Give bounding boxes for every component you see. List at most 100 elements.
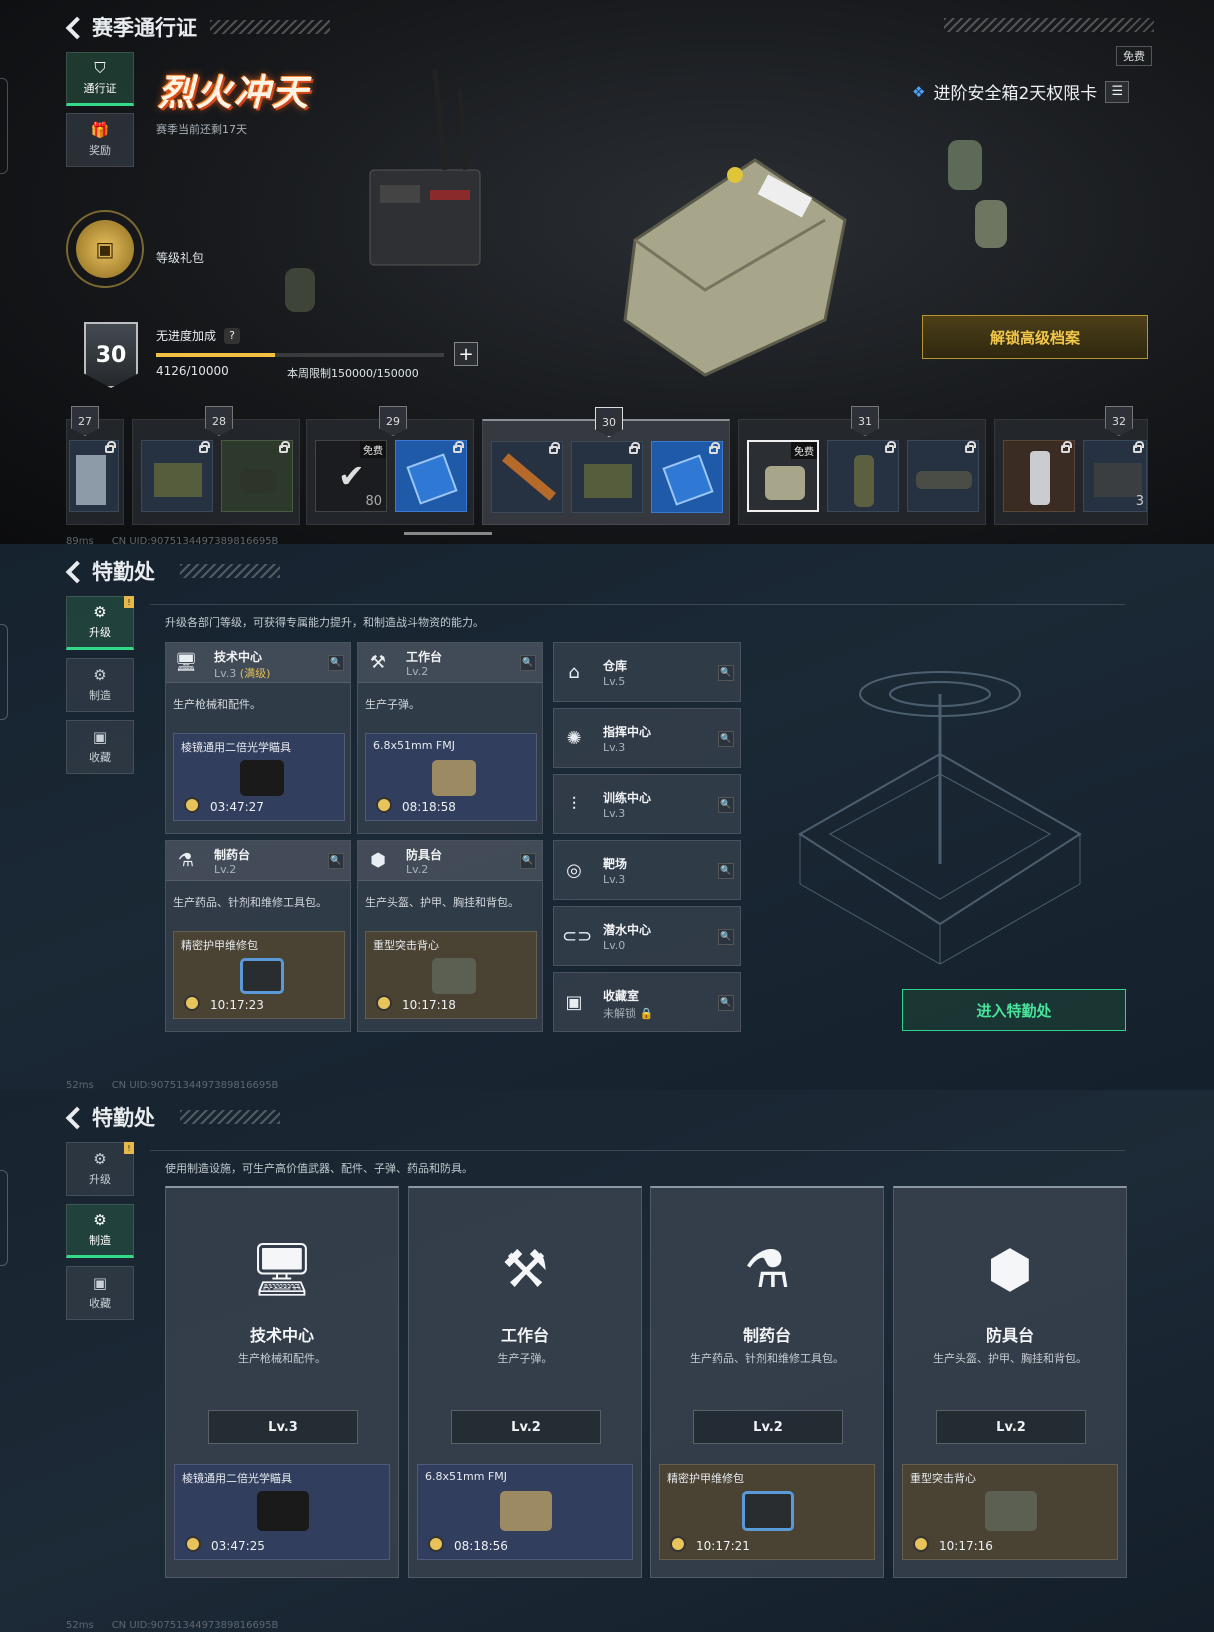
enter-special-ops-button[interactable]: 进入特勤处 — [902, 989, 1126, 1031]
tier-29[interactable]: 29 免费 ✔ 80 — [306, 406, 474, 525]
reward-slot-safebox[interactable]: 免费 — [747, 440, 819, 512]
season-pass-panel: 赛季通行证 ⛉ 通行证 🎁 奖励 烈火冲天 赛季当前还剩17天 免费 ❖ 进阶安… — [0, 0, 1214, 544]
side-tab-edge[interactable] — [0, 624, 8, 720]
track-scroll-indicator[interactable] — [404, 532, 492, 535]
search-icon[interactable]: 🔍 — [718, 797, 734, 813]
job-timer: 10:17:21 — [696, 1539, 750, 1553]
reward-slot-vehicle[interactable] — [907, 440, 979, 512]
reward-slot-atv[interactable] — [221, 440, 293, 512]
level-value: Lv.3 — [214, 667, 237, 680]
dumbbell-icon: ⫶ — [571, 794, 577, 815]
facility-training-center[interactable]: ⫶ 训练中心 Lv.3 🔍 — [553, 774, 741, 834]
nav-collection[interactable]: ▣ 收藏 — [66, 720, 134, 774]
card-desc: 生产子弹。 — [497, 1352, 553, 1365]
craft-icon: ⚙ — [93, 666, 107, 684]
clock-icon — [670, 1536, 686, 1552]
search-icon[interactable]: 🔍 — [328, 853, 344, 869]
lock-icon — [1133, 441, 1144, 453]
back-button[interactable]: 赛季通行证 — [66, 12, 197, 42]
reward-slot-crate[interactable] — [141, 440, 213, 512]
craft-job[interactable]: 精密护甲维修包 10:17:23 — [173, 931, 345, 1019]
facility-name: 防具台 — [406, 848, 443, 862]
search-icon[interactable]: 🔍 — [718, 731, 734, 747]
search-icon[interactable]: 🔍 — [328, 655, 344, 671]
side-tab-edge[interactable] — [0, 1170, 8, 1266]
facility-command-center[interactable]: ✺ 指挥中心 Lv.3 🔍 — [553, 708, 741, 768]
job-name: 精密护甲维修包 — [181, 939, 258, 952]
search-icon[interactable]: 🔍 — [718, 929, 734, 945]
card-offer[interactable]: ❖ 进阶安全箱2天权限卡 ☰ — [912, 79, 1130, 104]
craft-card-armor-bench[interactable]: ⬢ 防具台 生产头盔、护甲、胸挂和背包。 Lv.2 重型突击背心 10:17:1… — [893, 1186, 1127, 1578]
facility-armor-bench[interactable]: ⬢ 防具台 Lv.2 🔍 生产头盔、护甲、胸挂和背包。 重型突击背心 10:17… — [357, 840, 543, 1032]
search-icon[interactable]: 🔍 — [718, 665, 734, 681]
monitor-icon: 🖥 — [248, 1240, 315, 1300]
nav-craft[interactable]: ⚙ 制造 — [66, 1204, 134, 1258]
reward-slot-card-2[interactable] — [651, 441, 723, 513]
craft-job[interactable]: 精密护甲维修包 10:17:21 — [659, 1464, 875, 1560]
nav-collection[interactable]: ▣ 收藏 — [66, 1266, 134, 1320]
search-icon[interactable]: 🔍 — [520, 853, 536, 869]
tier-30[interactable]: 30 — [482, 407, 730, 525]
reward-slot-crate-2[interactable] — [571, 441, 643, 513]
reward-slot-claimed[interactable]: 免费 ✔ 80 — [315, 440, 387, 512]
facility-collection-room[interactable]: ▣ 收藏室 未解锁 🔒 🔍 — [553, 972, 741, 1032]
card-level: Lv.3 — [208, 1410, 358, 1444]
help-icon[interactable]: ? — [224, 327, 241, 344]
facility-diving-center[interactable]: ⊂⊃ 潜水中心 Lv.0 🔍 — [553, 906, 741, 966]
pass-icon: ⛉ — [94, 59, 106, 77]
clock-icon — [184, 995, 200, 1011]
craft-job[interactable]: 重型突击背心 10:17:18 — [365, 931, 537, 1019]
facility-warehouse[interactable]: ⌂ 仓库 Lv.5 🔍 — [553, 642, 741, 702]
craft-job[interactable]: 重型突击背心 10:17:16 — [902, 1464, 1118, 1560]
safebox-image — [765, 466, 805, 500]
list-icon[interactable]: ☰ — [1105, 80, 1130, 103]
nav-pass[interactable]: ⛉ 通行证 — [66, 52, 134, 106]
facility-level: Lv.0 — [603, 939, 626, 952]
tier-27[interactable]: 27 — [66, 406, 124, 525]
reward-slot-operator[interactable] — [827, 440, 899, 512]
back-button[interactable]: 特勤处 — [66, 556, 155, 586]
card-name: 技术中心 — [249, 1326, 314, 1345]
nav-craft[interactable]: ⚙ 制造 — [66, 658, 134, 712]
reward-slot-rifle[interactable] — [491, 441, 563, 513]
search-icon[interactable]: 🔍 — [718, 995, 734, 1011]
facility-tech-center[interactable]: 🖥 技术中心 Lv.3 (满级) 🔍 生产枪械和配件。 棱镜通用二倍光学瞄具 0… — [165, 642, 351, 834]
add-xp-button[interactable]: + — [454, 342, 478, 366]
facility-shooting-range[interactable]: ◎ 靶场 Lv.3 🔍 — [553, 840, 741, 900]
tier-31[interactable]: 31 免费 — [738, 406, 986, 525]
facility-name: 潜水中心 — [603, 923, 652, 937]
craft-job[interactable]: 棱镜通用二倍光学瞄具 03:47:25 — [174, 1464, 390, 1560]
search-icon[interactable]: 🔍 — [718, 863, 734, 879]
reward-slot-card[interactable] — [395, 440, 467, 512]
reward-slot-crate-3[interactable]: 3 — [1083, 440, 1147, 512]
unlock-premium-button[interactable]: 解锁高级档案 — [922, 315, 1148, 359]
facility-workbench[interactable]: ⚒ 工作台 Lv.2 🔍 生产子弹。 6.8x51mm FMJ 08:18:58 — [357, 642, 543, 834]
job-name: 重型突击背心 — [373, 939, 439, 952]
back-button[interactable]: 特勤处 — [66, 1102, 155, 1132]
clock-icon — [185, 1536, 201, 1552]
facility-pharmacy[interactable]: ⚗ 制药台 Lv.2 🔍 生产药品、针剂和维修工具包。 精密护甲维修包 10:1… — [165, 840, 351, 1032]
side-tab-edge[interactable] — [0, 78, 8, 174]
tier-32[interactable]: 32 3 — [994, 406, 1148, 525]
nav-upgrade[interactable]: ! ⚙ 升级 — [66, 1142, 134, 1196]
ping: 52ms — [66, 1080, 94, 1090]
reward-slot-skin[interactable] — [1003, 440, 1075, 512]
tier-28[interactable]: 28 — [132, 406, 300, 525]
craft-card-workbench[interactable]: ⚒ 工作台 生产子弹。 Lv.2 6.8x51mm FMJ 08:18:56 — [408, 1186, 642, 1578]
craft-card-tech-center[interactable]: 🖥 技术中心 生产枪械和配件。 Lv.3 棱镜通用二倍光学瞄具 03:47:25 — [165, 1186, 399, 1578]
nav-rewards[interactable]: 🎁 奖励 — [66, 113, 134, 167]
notification-badge: ! — [124, 1142, 134, 1154]
craft-card-pharmacy[interactable]: ⚗ 制药台 生产药品、针剂和维修工具包。 Lv.2 精密护甲维修包 10:17:… — [650, 1186, 884, 1578]
craft-job[interactable]: 棱镜通用二倍光学瞄具 03:47:27 — [173, 733, 345, 821]
lock-icon — [199, 441, 210, 453]
season-title: 烈火冲天 — [158, 73, 311, 114]
search-icon[interactable]: 🔍 — [520, 655, 536, 671]
level-gift-button[interactable]: ▣ — [66, 210, 144, 288]
reward-count: 3 — [1135, 494, 1144, 509]
facility-header: ⚒ 工作台 Lv.2 🔍 — [358, 643, 542, 683]
uid: CN UID:9075134497389816695B — [111, 1080, 279, 1090]
nav-upgrade[interactable]: ! ⚙ 升级 — [66, 596, 134, 650]
reward-slot-statue[interactable] — [69, 440, 119, 512]
craft-job[interactable]: 6.8x51mm FMJ 08:18:58 — [365, 733, 537, 821]
craft-job[interactable]: 6.8x51mm FMJ 08:18:56 — [417, 1464, 633, 1560]
